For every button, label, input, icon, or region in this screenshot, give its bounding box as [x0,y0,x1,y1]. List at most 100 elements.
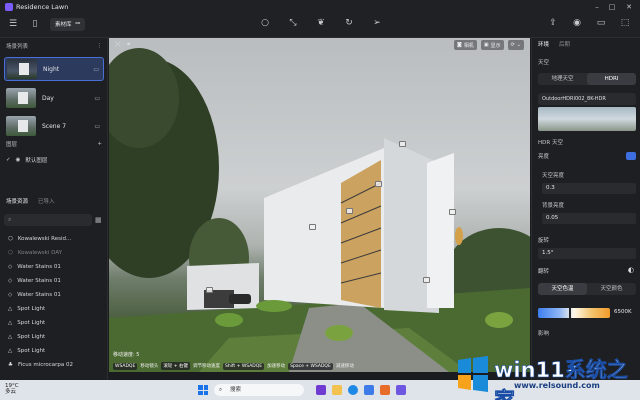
chevron-down-icon: ⌄ [516,42,521,48]
display-button[interactable]: ▣ 显示 [480,40,504,50]
asset-item[interactable]: ◇ Water Stains 01 [8,261,104,273]
axis-icon[interactable]: ⤬ [115,40,121,49]
tab-scene-assets[interactable]: 场景资源 [6,197,28,205]
scene-camera-icon[interactable]: ▭ [93,66,99,73]
light-marker-icon[interactable] [346,208,353,214]
light-marker-icon[interactable] [375,181,382,187]
render-viewport[interactable]: ⤬ ⌖ ◙ 相机 ▣ 显示 ⟳ ⌄ 移动速度: 5 WSADQE 移动镜头 滚轮 + … [109,38,530,372]
pin-icon[interactable]: ⌖ [127,40,131,49]
menu-icon[interactable]: ☰ [6,17,20,31]
check-icon[interactable]: ✓ [6,157,11,163]
grid-view-icon[interactable]: ▦ [95,216,102,224]
asset-label: Spot Light [17,306,46,312]
light-marker-icon[interactable] [309,224,316,230]
asset-item[interactable]: ⬡ Kowalewski Resid... [8,233,104,245]
file-explorer-icon[interactable] [332,385,342,395]
bg-brightness-input[interactable]: 0.05 [542,213,636,224]
brightness-link-toggle[interactable] [626,152,636,160]
close-icon[interactable]: ✕ [624,2,634,12]
scene-label: Night [43,65,60,73]
asset-item[interactable]: ♣ Ficus microcarpa 02 [8,359,104,371]
scene-camera-icon[interactable]: ▭ [94,95,100,102]
hint-text: 移动镜头 [140,364,159,369]
layer-label: 默认图层 [25,158,48,164]
camera-button-label: 相机 [463,42,474,49]
light-marker-icon[interactable] [449,209,456,215]
hint-key: 滚轮 + 右键 [161,362,190,370]
scene-thumbnail [6,116,36,136]
measure-icon[interactable]: ⤡ [286,16,300,30]
rotation-input[interactable]: 1.5° [538,248,636,259]
watermark-url: www.relsound.com [514,381,600,390]
tab-environment[interactable]: 环境 [538,40,549,48]
app-icon[interactable] [380,385,390,395]
search-icon: ⌕ [8,216,12,223]
asset-item[interactable]: △ Spot Light [8,331,104,343]
store-icon[interactable] [364,385,374,395]
layer-row[interactable]: ✓ ◉ 默认图层 [6,155,47,165]
asset-item[interactable]: △ Spot Light [8,317,104,329]
taskbar-search[interactable]: ⌕ 搜索 [214,384,304,396]
asset-label: Water Stains 01 [17,264,61,270]
video-icon[interactable]: ▭ [594,16,608,30]
minimize-icon[interactable]: – [592,2,602,12]
scene-list-more-icon[interactable]: ⋮ [97,43,103,49]
display-button-label: 显示 [490,42,501,49]
start-button[interactable] [198,385,208,395]
pointer-icon[interactable]: ➢ [370,16,384,30]
camera-icon[interactable]: ◉ [570,16,584,30]
title-bar: Residence Lawn – □ ✕ [0,0,640,14]
bg-brightness-label: 背景亮度 [542,203,565,209]
light-marker-icon[interactable] [206,287,213,293]
color-temperature-slider[interactable] [538,308,610,318]
asset-item[interactable]: △ Spot Light [8,303,104,315]
view-options-button[interactable]: ⟳ ⌄ [507,40,524,50]
tab-post[interactable]: 后期 [559,40,570,48]
seg-physical-sky[interactable]: 地理天空 [538,73,587,85]
spot-light-icon: △ [8,334,13,340]
light-bulb-icon[interactable]: ○ [258,16,272,30]
rotate-icon[interactable]: ↻ [342,16,356,30]
flip-toggle-icon[interactable]: ◐ [628,266,634,274]
scene-item-night[interactable]: Night ▭ [4,57,104,81]
slider-thumb[interactable] [569,308,571,318]
weather-widget[interactable]: 19°C 多云 [5,383,19,395]
camera-button[interactable]: ◙ 相机 [453,40,477,50]
material-library-button[interactable]: 素材库 ⚯ [50,17,86,31]
scene-item-day[interactable]: Day ▭ [4,86,104,110]
scene-camera-icon[interactable]: ▭ [94,123,100,130]
asset-item[interactable]: △ Spot Light [8,345,104,357]
leaf-icon[interactable]: ❦ [314,16,328,30]
add-layer-icon[interactable]: + [97,141,102,147]
seg-sky-color[interactable]: 天空颜色 [587,283,636,295]
renderer-app-icon[interactable] [396,385,406,395]
scene-item-scene7[interactable]: Scene 7 ▭ [4,114,104,138]
share-icon[interactable]: ⇪ [546,16,560,30]
asset-search-input[interactable]: ⌕ [4,214,92,226]
maximize-icon[interactable]: □ [607,2,617,12]
search-icon: ⌕ [219,387,223,393]
right-panel-tabs: 环境 后期 [538,40,570,48]
seg-hdri[interactable]: HDRI [587,73,636,85]
light-marker-icon[interactable] [423,277,430,283]
eye-icon[interactable]: ◉ [16,157,21,163]
sky-brightness-label: 天空亮度 [542,173,565,179]
export-icon[interactable]: ⬚ [618,16,632,30]
hint-text: 减速移动 [335,364,354,369]
sky-color-mode-toggle: 天空色温 天空颜色 [538,283,636,295]
sky-brightness-input[interactable]: 0.3 [542,183,636,194]
hint-text: 加速移动 [267,364,286,369]
asset-item[interactable]: ◇ Water Stains 01 [8,289,104,301]
rotation-label: 旋转 [538,238,550,244]
asset-item[interactable]: ◇ Water Stains 01 [8,275,104,287]
new-file-icon[interactable]: ▯ [28,17,42,31]
hdr-name: OutdoorHDRI002_8K-HDR [542,96,606,102]
scene-render [109,48,530,372]
tab-imported[interactable]: 已导入 [38,197,55,205]
asset-item[interactable]: ⬡ Kowalewski DAY [8,247,104,259]
light-marker-icon[interactable] [399,141,406,147]
edge-icon[interactable] [348,385,358,395]
hdr-select[interactable]: OutdoorHDRI002_8K-HDR [538,93,636,105]
seg-sky-color-temp[interactable]: 天空色温 [538,283,587,295]
task-view-icon[interactable] [316,385,326,395]
